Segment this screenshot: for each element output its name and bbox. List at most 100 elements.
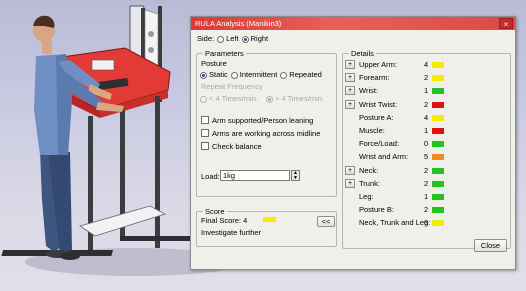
detail-value: 2: [424, 99, 429, 109]
midline-checkbox[interactable]: [201, 129, 209, 137]
details-group: Details + Upper Arm: 4 + Forearm: 2 + Wrist: 1 + W…: [342, 49, 512, 249]
detail-value: 4: [424, 112, 429, 122]
close-button[interactable]: Close: [474, 239, 507, 252]
check-balance-checkbox-row[interactable]: Check balance: [201, 142, 262, 152]
arm-supported-label[interactable]: Arm supported/Person leaning: [212, 116, 313, 125]
detail-color-swatch: [432, 128, 444, 134]
side-left-radio[interactable]: [217, 35, 225, 43]
detail-value: 3: [424, 218, 429, 228]
detail-row: + Upper Arm: 4: [343, 60, 512, 70]
detail-row: + Trunk: 2: [343, 178, 512, 189]
midline-checkbox-row[interactable]: Arms are working across midline: [201, 129, 320, 139]
posture-repeated-label[interactable]: Repeated: [289, 70, 322, 80]
detail-color-swatch: [432, 62, 444, 68]
posture-static-radio[interactable]: [200, 71, 207, 79]
expand-icon[interactable]: +: [345, 99, 355, 109]
detail-color-swatch: [432, 154, 444, 161]
repeat-frequency-label: Repeat Frequency: [201, 82, 263, 91]
detail-value: 5: [424, 152, 429, 162]
score-status: Investigate further: [201, 228, 262, 237]
rula-analysis-dialog: RULA Analysis (Manikin3) × Side: Left Ri…: [190, 16, 516, 270]
detail-label: Wrist:: [359, 86, 379, 96]
detail-color-swatch: [432, 194, 444, 200]
detail-color-swatch: [432, 101, 444, 108]
detail-label: Trunk:: [359, 178, 380, 188]
expand-icon[interactable]: +: [345, 60, 355, 69]
detail-label: Leg:: [359, 192, 374, 201]
detail-color-swatch: [432, 114, 444, 121]
table-legs: [1, 96, 190, 256]
detail-label: Wrist and Arm:: [359, 152, 409, 162]
posture-intermittent-radio[interactable]: [230, 71, 238, 79]
detail-color-swatch: [432, 180, 444, 187]
detail-row: Posture B: 2: [343, 205, 512, 215]
posture-static-label[interactable]: Static: [209, 70, 228, 80]
detail-value: 1: [424, 126, 429, 135]
detail-row: + Wrist: 1: [343, 86, 512, 96]
stepper-down-icon[interactable]: ▼: [292, 176, 299, 181]
detail-label: Muscle:: [359, 126, 385, 135]
side-selector: Side: Left Right: [197, 34, 268, 44]
expand-icon[interactable]: +: [345, 86, 355, 96]
parameters-group-title: Parameters: [203, 49, 246, 58]
repeat-frequency-radio-group: < 4 Times/min. > 4 Times/min.: [197, 94, 324, 104]
side-right-radio[interactable]: [241, 35, 249, 43]
dialog-title: RULA Analysis (Manikin3): [195, 19, 282, 28]
final-score-row: Final Score: 4: [201, 216, 277, 226]
detail-label: Neck, Trunk and Leg:: [359, 218, 431, 228]
arm-supported-checkbox-row[interactable]: Arm supported/Person leaning: [201, 116, 313, 126]
repeat-high-radio: [265, 95, 273, 103]
posture-label: Posture: [201, 59, 227, 68]
load-label: Load:: [201, 172, 220, 181]
detail-color-swatch: [432, 207, 444, 214]
detail-row: + Neck: 2: [343, 165, 512, 176]
close-icon[interactable]: ×: [499, 18, 513, 29]
final-score-swatch: [263, 217, 277, 222]
posture-repeated-radio[interactable]: [280, 71, 288, 79]
detail-label: Forearm:: [359, 73, 390, 83]
detail-value: 2: [424, 178, 429, 188]
midline-label[interactable]: Arms are working across midline: [212, 129, 320, 138]
posture-radio-group: Static Intermittent Repeated: [197, 70, 322, 80]
side-right-label[interactable]: Right: [251, 34, 269, 44]
detail-label: Force/Load:: [359, 139, 400, 149]
posture-intermittent-label[interactable]: Intermittent: [240, 70, 278, 80]
detail-row: + Wrist Twist: 2: [343, 99, 512, 110]
check-balance-checkbox[interactable]: [201, 142, 209, 150]
repeat-high-label: > 4 Times/min.: [274, 94, 324, 103]
detail-label: Posture A:: [359, 112, 394, 122]
detail-row: Wrist and Arm: 5: [343, 152, 512, 162]
detail-value: 2: [424, 73, 429, 83]
detail-color-swatch: [432, 141, 444, 148]
load-stepper[interactable]: ▲ ▼: [291, 170, 300, 181]
detail-label: Neck:: [359, 165, 379, 175]
detail-label: Posture B:: [359, 205, 395, 215]
expand-icon[interactable]: +: [345, 73, 355, 83]
detail-row: + Forearm: 2: [343, 73, 512, 83]
side-left-label[interactable]: Left: [226, 34, 239, 44]
final-score-label: Final Score: 4: [201, 216, 248, 225]
details-group-title: Details: [349, 49, 376, 58]
expand-icon[interactable]: +: [345, 178, 355, 188]
repeat-low-label: < 4 Times/min.: [209, 94, 258, 103]
detail-row: Force/Load: 0: [343, 139, 512, 149]
detail-color-swatch: [432, 75, 444, 82]
detail-color-swatch: [432, 220, 444, 227]
detail-color-swatch: [432, 88, 444, 95]
load-input[interactable]: 1kg: [220, 170, 290, 181]
score-group-title: Score: [203, 207, 227, 216]
expand-icon[interactable]: +: [345, 165, 355, 175]
arm-supported-checkbox[interactable]: [201, 116, 209, 124]
detail-value: 1: [424, 86, 429, 96]
dialog-titlebar[interactable]: RULA Analysis (Manikin3) ×: [191, 17, 515, 30]
detail-label: Wrist Twist:: [359, 99, 398, 109]
check-balance-label[interactable]: Check balance: [212, 142, 262, 151]
detail-row: Leg: 1: [343, 192, 512, 202]
repeat-low-radio: [200, 95, 207, 103]
collapse-details-button[interactable]: <<: [317, 216, 335, 227]
detail-row: Muscle: 1: [343, 126, 512, 136]
detail-value: 2: [424, 205, 429, 215]
detail-value: 4: [424, 60, 429, 69]
detail-value: 0: [424, 139, 429, 149]
detail-row: Neck, Trunk and Leg: 3: [343, 218, 512, 228]
